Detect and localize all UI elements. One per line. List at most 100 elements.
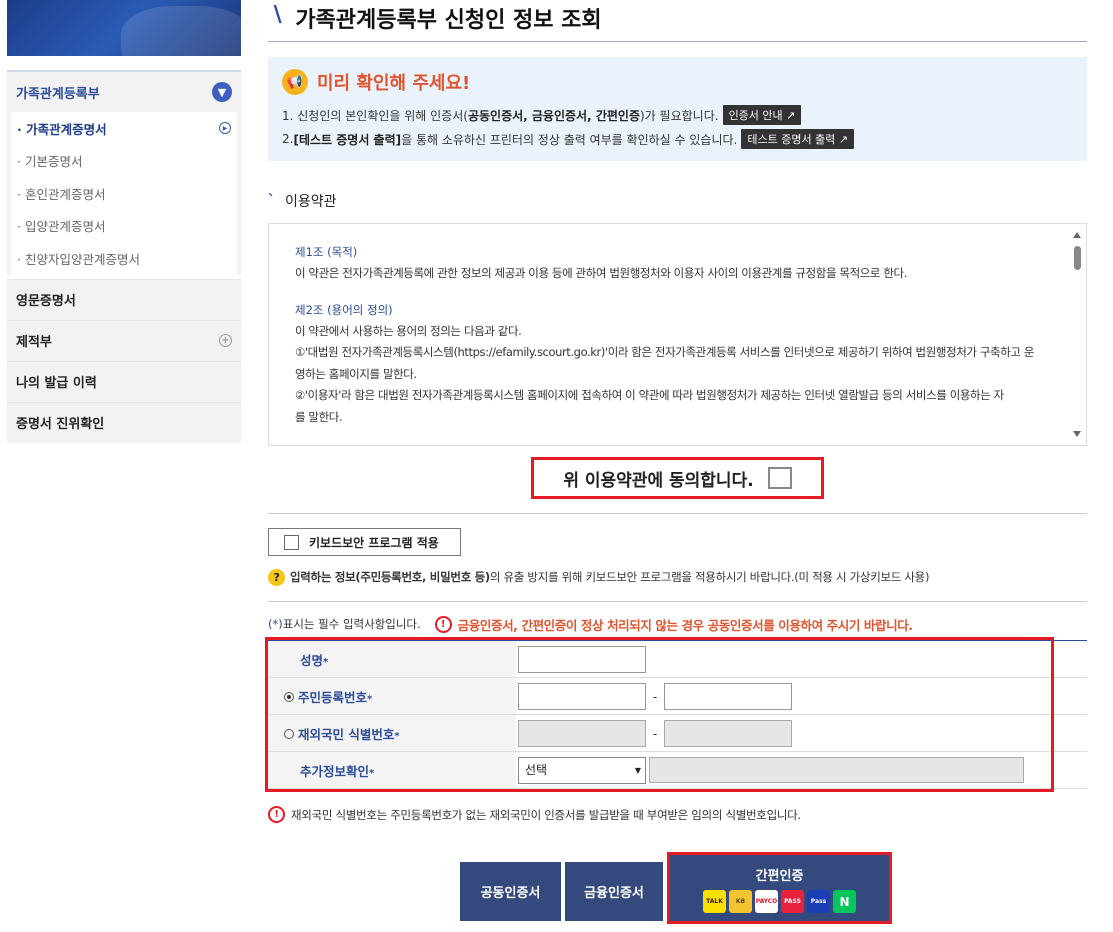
form-label-extra-info: 추가정보확인* — [268, 751, 516, 789]
sidebar-item-adoption-cert[interactable]: · 입양관계증명서 — [11, 210, 237, 243]
required-note-line: (*)표시는 필수 입력사항입니다. ! 금융인증서, 간편인증이 정상 처리되… — [268, 614, 1087, 634]
rrn-back-input[interactable] — [664, 682, 792, 710]
form-row-name: 성명* — [268, 640, 1087, 678]
sidebar-menu-label: 영문증명서 — [16, 294, 76, 309]
sidebar-menu-label: 증명서 진위확인 — [16, 417, 105, 432]
extra-info-select[interactable]: 선택 ▼ — [518, 756, 646, 784]
form-field-cell: - — [516, 714, 1087, 752]
terms-paragraph: ②'이용자'라 함은 대법원 전자가족관계등록시스템 홈페이지에 접속하여 이 … — [295, 388, 1004, 402]
scroll-thumb[interactable] — [1074, 246, 1081, 270]
form-label-rrn[interactable]: 주민등록번호* — [268, 677, 516, 715]
terms-heading-row: ` 이용약관 — [268, 191, 1087, 211]
joint-cert-button[interactable]: 공동인증서 — [460, 862, 561, 921]
notice-bold-text: 공동인증서, 금융인증서, 간편인증 — [467, 108, 640, 123]
sidebar-item-label: · 가족관계증명서 — [17, 121, 107, 137]
form-field-cell: 선택 ▼ — [516, 751, 1087, 789]
sidebar-item-full-adoption-cert[interactable]: · 친양자입양관계증명서 — [11, 242, 237, 275]
notice-title: 미리 확인해 주세요! — [317, 73, 471, 94]
form-field-cell — [516, 640, 1087, 678]
terms-article-title: 제2조 (용어의 정의) — [295, 302, 393, 317]
required-note-text: 표시는 필수 입력사항입니다. — [282, 617, 421, 631]
keyboard-info-line: ? 입력하는 정보(주민등록번호, 비밀번호 등) 의 유출 방지를 위해 키보드… — [268, 567, 1087, 587]
sidebar-item-marriage-cert[interactable]: · 혼인관계증명서 — [11, 177, 237, 210]
rrn-front-input[interactable] — [518, 682, 646, 710]
easy-cert-button[interactable]: 간편인증 TALK KB PAYCO PASS Pass N — [667, 852, 892, 924]
notice-text: 1. 신청인의 본인확인을 위해 인증서( — [282, 108, 468, 123]
sidebar-banner-image — [7, 0, 241, 56]
select-value: 선택 — [525, 762, 548, 777]
pass-icon: PASS — [781, 890, 804, 913]
title-marker-icon: ∖ — [270, 3, 286, 28]
sidebar-item-basic-cert[interactable]: · 기본증명서 — [11, 145, 237, 178]
keyboard-security-button[interactable]: 키보드보안 프로그램 적용 — [268, 528, 461, 556]
megaphone-icon: 📢 — [282, 69, 308, 95]
chevron-down-icon[interactable]: ▼ — [212, 82, 232, 102]
terms-heading: 이용약관 — [285, 194, 337, 210]
terms-article-title: 제1조 (목적) — [295, 245, 358, 259]
kb-icon: KB — [729, 890, 752, 913]
extra-info-input — [649, 757, 1024, 783]
name-input[interactable] — [518, 645, 646, 673]
terms-paragraph: ①'대법원 전자가족관계등록시스템(https://efamily.scourt… — [295, 345, 1035, 359]
sidebar-menu-label: 나의 발급 이력 — [16, 376, 97, 391]
sidebar-group-title: 가족관계등록부 — [16, 86, 100, 102]
cert-guide-button[interactable]: 인증서 안내 ↗ — [722, 105, 802, 125]
label-text: 주민등록번호 — [298, 689, 368, 705]
notice-text: 2. — [282, 132, 294, 146]
divider — [268, 601, 1087, 602]
required-star: * — [367, 693, 373, 705]
notice-line-1: 1. 신청인의 본인확인을 위해 인증서(공동인증서, 금융인증서, 간편인증)… — [282, 103, 1073, 127]
foreign-id-radio[interactable] — [284, 729, 294, 739]
kakao-icon: TALK — [703, 890, 726, 913]
applicant-form: 성명* 주민등록번호* - 재외국민 식별번호* - 추가정보확인* 선택 ▼ — [265, 637, 1087, 792]
sidebar-menu-issue-history[interactable]: 나의 발급 이력 — [7, 360, 241, 402]
heading-marker-icon: ` — [268, 193, 275, 209]
form-row-foreign-id: 재외국민 식별번호* - — [268, 714, 1087, 752]
dropdown-arrow-icon: ▼ — [634, 765, 641, 775]
terms-agree-checkbox[interactable] — [767, 467, 792, 489]
test-print-button[interactable]: 테스트 증명서 출력 ↗ — [741, 129, 855, 149]
form-row-rrn: 주민등록번호* - — [268, 677, 1087, 715]
terms-paragraph: 를 말한다. — [295, 409, 343, 424]
label-text: 재외국민 식별번호 — [298, 726, 395, 742]
notice-text: 을 통해 소유하신 프린터의 정상 출력 여부를 확인하실 수 있습니다. — [401, 132, 738, 147]
main-content: ∖ 가족관계등록부 신청인 정보 조회 📢 미리 확인해 주세요! 1. 신청인… — [265, 0, 1087, 924]
required-note: (*)표시는 필수 입력사항입니다. — [268, 616, 421, 632]
sidebar-group-header[interactable]: 가족관계등록부 ▼ — [7, 72, 241, 112]
keyboard-security-checkbox[interactable] — [284, 534, 299, 550]
dash-separator: - — [652, 725, 658, 741]
scroll-down-icon[interactable] — [1073, 431, 1081, 437]
sidebar-menu-removed-register[interactable]: 제적부 + — [7, 319, 241, 361]
notice-box: 📢 미리 확인해 주세요! 1. 신청인의 본인확인을 위해 인증서(공동인증서… — [268, 57, 1087, 161]
sidebar-item-family-relation-cert[interactable]: · 가족관계증명서 ▶ — [11, 112, 237, 145]
form-label-foreign-id[interactable]: 재외국민 식별번호* — [268, 714, 516, 752]
scroll-up-icon[interactable] — [1073, 232, 1081, 238]
scrollbar[interactable] — [1072, 226, 1084, 443]
rrn-radio[interactable] — [284, 692, 294, 702]
foreign-id-front-input — [518, 719, 646, 747]
applicant-form-table: 성명* 주민등록번호* - 재외국민 식별번호* - 추가정보확인* 선택 ▼ — [268, 640, 1087, 789]
sidebar-sub-list: · 가족관계증명서 ▶ · 기본증명서 · 혼인관계증명서 · 입양관계증명서 … — [11, 112, 237, 275]
notice-line-2: 2. [테스트 증명서 출력] 을 통해 소유하신 프린터의 정상 출력 여부를 … — [282, 127, 1073, 151]
required-star: * — [323, 656, 329, 668]
arrow-circle-icon: ▶ — [219, 122, 231, 135]
easy-cert-label: 간편인증 — [755, 869, 804, 884]
naver-icon: N — [833, 890, 856, 913]
plus-circle-icon[interactable]: + — [219, 334, 232, 347]
sidebar-menu-label: 제적부 — [16, 335, 52, 350]
form-field-cell: - — [516, 677, 1087, 715]
notice-bold-text: [테스트 증명서 출력] — [293, 132, 402, 147]
sidebar-menu-english-cert[interactable]: 영문증명서 — [7, 278, 241, 320]
terms-paragraph: 이 약관에서 사용하는 용어의 정의는 다음과 같다. — [295, 323, 522, 338]
dash-separator: - — [652, 688, 658, 704]
sidebar-menu-cert-verify[interactable]: 증명서 진위확인 — [7, 401, 241, 443]
page-title-row: ∖ 가족관계등록부 신청인 정보 조회 — [268, 0, 1087, 42]
sidebar: 가족관계등록부 ▼ · 가족관계증명서 ▶ · 기본증명서 · 혼인관계증명서 … — [7, 0, 241, 443]
cert-warning-text: 금융인증서, 간편인증이 정상 처리되지 않는 경우 공동인증서를 이용하여 주… — [457, 617, 913, 633]
terms-agree-box[interactable]: 위 이용약관에 동의합니다. — [531, 457, 824, 499]
sidebar-item-label: · 입양관계증명서 — [17, 219, 106, 235]
terms-scroll-box[interactable]: 제1조 (목적) 이 약관은 전자가족관계등록에 관한 정보의 제공과 이용 등… — [268, 223, 1087, 446]
sidebar-group-family: 가족관계등록부 ▼ · 가족관계증명서 ▶ · 기본증명서 · 혼인관계증명서 … — [7, 70, 241, 275]
financial-cert-button[interactable]: 금융인증서 — [565, 862, 663, 921]
easy-cert-icons: TALK KB PAYCO PASS Pass N — [702, 890, 858, 913]
